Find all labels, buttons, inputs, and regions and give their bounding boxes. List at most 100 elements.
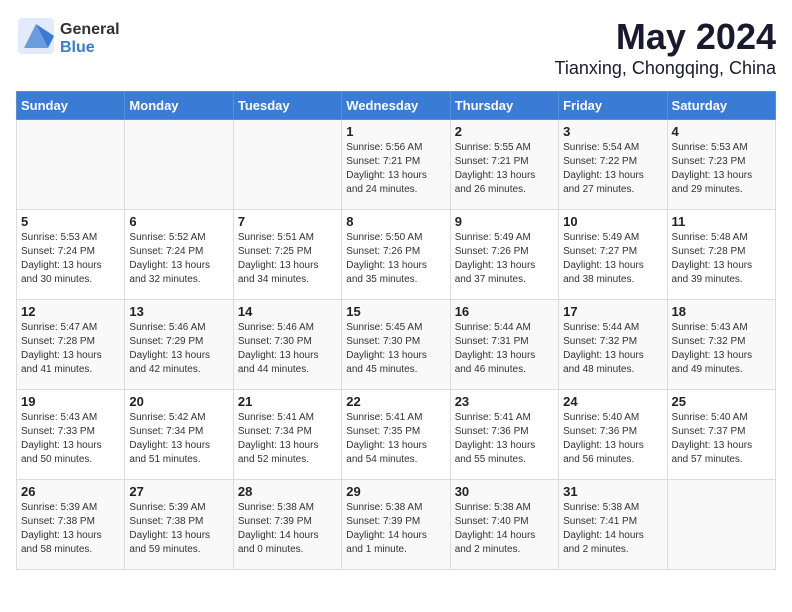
- weekday-header-sunday: Sunday: [17, 92, 125, 120]
- cell-info: Sunrise: 5:44 AM Sunset: 7:32 PM Dayligh…: [563, 321, 662, 377]
- cell-info: Sunrise: 5:40 AM Sunset: 7:37 PM Dayligh…: [672, 411, 771, 467]
- day-number: 26: [21, 484, 120, 499]
- calendar-cell: 30 Sunrise: 5:38 AM Sunset: 7:40 PM Dayli…: [450, 480, 558, 570]
- day-number: 14: [238, 304, 337, 319]
- calendar-cell: 9Sunrise: 5:49 AM Sunset: 7:26 PM Daylig…: [450, 210, 558, 300]
- day-number: 31: [563, 484, 662, 499]
- calendar-week-row-2: 5Sunrise: 5:53 AM Sunset: 7:24 PM Daylig…: [17, 210, 776, 300]
- day-number: 21: [238, 394, 337, 409]
- calendar-table: SundayMondayTuesdayWednesdayThursdayFrid…: [16, 91, 776, 570]
- cell-info: Sunrise: 5:41 AM Sunset: 7:36 PM Dayligh…: [455, 411, 554, 467]
- calendar-week-row-4: 19 Sunrise: 5:43 AM Sunset: 7:33 PM Dayli…: [17, 390, 776, 480]
- cell-info: Sunrise: 5:39 AM Sunset: 7:38 PM Dayligh…: [129, 501, 228, 557]
- title-area: May 2024 Tianxing, Chongqing, China: [555, 16, 776, 79]
- weekday-header-monday: Monday: [125, 92, 233, 120]
- calendar-cell: 27 Sunrise: 5:39 AM Sunset: 7:38 PM Dayli…: [125, 480, 233, 570]
- cell-info: Sunrise: 5:53 AM Sunset: 7:23 PM Dayligh…: [672, 141, 771, 197]
- cell-info: Sunrise: 5:42 AM Sunset: 7:34 PM Dayligh…: [129, 411, 228, 467]
- cell-info: Sunrise: 5:48 AM Sunset: 7:28 PM Dayligh…: [672, 231, 771, 287]
- calendar-subtitle: Tianxing, Chongqing, China: [555, 58, 776, 79]
- logo-icon: [16, 16, 56, 61]
- calendar-cell: 21 Sunrise: 5:41 AM Sunset: 7:34 PM Dayli…: [233, 390, 341, 480]
- cell-info: Sunrise: 5:56 AM Sunset: 7:21 PM Dayligh…: [346, 141, 445, 197]
- calendar-cell: 2Sunrise: 5:55 AM Sunset: 7:21 PM Daylig…: [450, 120, 558, 210]
- calendar-cell: 15 Sunrise: 5:45 AM Sunset: 7:30 PM Dayli…: [342, 300, 450, 390]
- calendar-week-row-1: 1 Sunrise: 5:56 AM Sunset: 7:21 PM Daylig…: [17, 120, 776, 210]
- cell-info: Sunrise: 5:54 AM Sunset: 7:22 PM Dayligh…: [563, 141, 662, 197]
- calendar-cell: 22 Sunrise: 5:41 AM Sunset: 7:35 PM Dayli…: [342, 390, 450, 480]
- cell-info: Sunrise: 5:50 AM Sunset: 7:26 PM Dayligh…: [346, 231, 445, 287]
- calendar-cell: 17 Sunrise: 5:44 AM Sunset: 7:32 PM Dayli…: [559, 300, 667, 390]
- cell-info: Sunrise: 5:43 AM Sunset: 7:32 PM Dayligh…: [672, 321, 771, 377]
- calendar-cell: 12 Sunrise: 5:47 AM Sunset: 7:28 PM Dayli…: [17, 300, 125, 390]
- calendar-week-row-5: 26 Sunrise: 5:39 AM Sunset: 7:38 PM Dayli…: [17, 480, 776, 570]
- day-number: 12: [21, 304, 120, 319]
- cell-info: Sunrise: 5:38 AM Sunset: 7:39 PM Dayligh…: [346, 501, 445, 557]
- day-number: 30: [455, 484, 554, 499]
- day-number: 10: [563, 214, 662, 229]
- cell-info: Sunrise: 5:47 AM Sunset: 7:28 PM Dayligh…: [21, 321, 120, 377]
- weekday-header-friday: Friday: [559, 92, 667, 120]
- calendar-week-row-3: 12 Sunrise: 5:47 AM Sunset: 7:28 PM Dayli…: [17, 300, 776, 390]
- day-number: 22: [346, 394, 445, 409]
- cell-info: Sunrise: 5:43 AM Sunset: 7:33 PM Dayligh…: [21, 411, 120, 467]
- calendar-cell: 13Sunrise: 5:46 AM Sunset: 7:29 PM Dayli…: [125, 300, 233, 390]
- calendar-cell: 29Sunrise: 5:38 AM Sunset: 7:39 PM Dayli…: [342, 480, 450, 570]
- cell-info: Sunrise: 5:38 AM Sunset: 7:40 PM Dayligh…: [455, 501, 554, 557]
- cell-info: Sunrise: 5:45 AM Sunset: 7:30 PM Dayligh…: [346, 321, 445, 377]
- calendar-cell: 3 Sunrise: 5:54 AM Sunset: 7:22 PM Daylig…: [559, 120, 667, 210]
- day-number: 2: [455, 124, 554, 139]
- weekday-header-thursday: Thursday: [450, 92, 558, 120]
- day-number: 23: [455, 394, 554, 409]
- calendar-cell: 11 Sunrise: 5:48 AM Sunset: 7:28 PM Dayli…: [667, 210, 775, 300]
- calendar-cell: 26 Sunrise: 5:39 AM Sunset: 7:38 PM Dayli…: [17, 480, 125, 570]
- cell-info: Sunrise: 5:40 AM Sunset: 7:36 PM Dayligh…: [563, 411, 662, 467]
- day-number: 1: [346, 124, 445, 139]
- cell-info: Sunrise: 5:39 AM Sunset: 7:38 PM Dayligh…: [21, 501, 120, 557]
- cell-info: Sunrise: 5:41 AM Sunset: 7:34 PM Dayligh…: [238, 411, 337, 467]
- logo-words: General Blue: [60, 21, 120, 56]
- calendar-cell: 5Sunrise: 5:53 AM Sunset: 7:24 PM Daylig…: [17, 210, 125, 300]
- day-number: 18: [672, 304, 771, 319]
- calendar-cell: 24Sunrise: 5:40 AM Sunset: 7:36 PM Dayli…: [559, 390, 667, 480]
- calendar-cell: [667, 480, 775, 570]
- day-number: 8: [346, 214, 445, 229]
- calendar-cell: 25 Sunrise: 5:40 AM Sunset: 7:37 PM Dayli…: [667, 390, 775, 480]
- cell-info: Sunrise: 5:46 AM Sunset: 7:30 PM Dayligh…: [238, 321, 337, 377]
- day-number: 3: [563, 124, 662, 139]
- day-number: 20: [129, 394, 228, 409]
- day-number: 5: [21, 214, 120, 229]
- day-number: 16: [455, 304, 554, 319]
- calendar-cell: 28Sunrise: 5:38 AM Sunset: 7:39 PM Dayli…: [233, 480, 341, 570]
- weekday-header-saturday: Saturday: [667, 92, 775, 120]
- day-number: 27: [129, 484, 228, 499]
- day-number: 11: [672, 214, 771, 229]
- day-number: 17: [563, 304, 662, 319]
- logo-general-text: General: [60, 21, 120, 39]
- calendar-cell: [17, 120, 125, 210]
- logo: General Blue: [16, 16, 120, 61]
- cell-info: Sunrise: 5:41 AM Sunset: 7:35 PM Dayligh…: [346, 411, 445, 467]
- cell-info: Sunrise: 5:38 AM Sunset: 7:41 PM Dayligh…: [563, 501, 662, 557]
- calendar-cell: 8 Sunrise: 5:50 AM Sunset: 7:26 PM Daylig…: [342, 210, 450, 300]
- cell-info: Sunrise: 5:49 AM Sunset: 7:27 PM Dayligh…: [563, 231, 662, 287]
- header: General Blue May 2024 Tianxing, Chongqin…: [16, 16, 776, 79]
- weekday-header-tuesday: Tuesday: [233, 92, 341, 120]
- calendar-cell: 18 Sunrise: 5:43 AM Sunset: 7:32 PM Dayli…: [667, 300, 775, 390]
- calendar-cell: 19 Sunrise: 5:43 AM Sunset: 7:33 PM Dayli…: [17, 390, 125, 480]
- calendar-cell: 23 Sunrise: 5:41 AM Sunset: 7:36 PM Dayli…: [450, 390, 558, 480]
- day-number: 19: [21, 394, 120, 409]
- weekday-header-row: SundayMondayTuesdayWednesdayThursdayFrid…: [17, 92, 776, 120]
- calendar-cell: 4 Sunrise: 5:53 AM Sunset: 7:23 PM Daylig…: [667, 120, 775, 210]
- weekday-header-wednesday: Wednesday: [342, 92, 450, 120]
- calendar-cell: 16Sunrise: 5:44 AM Sunset: 7:31 PM Dayli…: [450, 300, 558, 390]
- calendar-cell: 31 Sunrise: 5:38 AM Sunset: 7:41 PM Dayli…: [559, 480, 667, 570]
- calendar-title: May 2024: [555, 16, 776, 58]
- day-number: 4: [672, 124, 771, 139]
- cell-info: Sunrise: 5:52 AM Sunset: 7:24 PM Dayligh…: [129, 231, 228, 287]
- logo-blue-text: Blue: [60, 39, 120, 57]
- day-number: 15: [346, 304, 445, 319]
- day-number: 25: [672, 394, 771, 409]
- calendar-cell: 6Sunrise: 5:52 AM Sunset: 7:24 PM Daylig…: [125, 210, 233, 300]
- cell-info: Sunrise: 5:46 AM Sunset: 7:29 PM Dayligh…: [129, 321, 228, 377]
